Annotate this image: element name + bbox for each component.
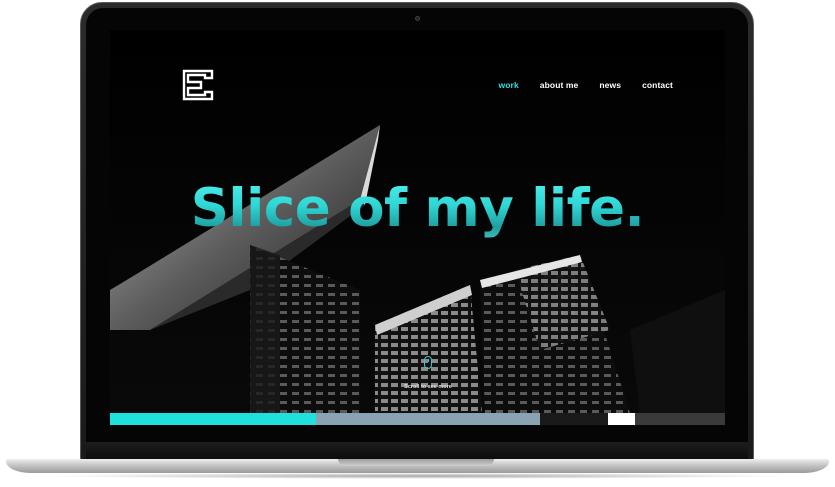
strip-segment-steel: [316, 413, 540, 425]
laptop-hinge: [86, 442, 748, 460]
main-navigation: work about me news contact: [499, 80, 673, 90]
screen-footer: [110, 425, 725, 442]
laptop-notch: [338, 459, 494, 466]
hero-title: Slice of my life.: [110, 178, 725, 239]
strip-segment-white: [608, 413, 635, 425]
strip-segment-grey: [635, 413, 725, 425]
nav-item-news[interactable]: news: [599, 80, 621, 90]
strip-segment-cyan: [110, 413, 316, 425]
color-strip: [110, 413, 725, 425]
laptop-mockup: work about me news contact Slice of my l…: [0, 0, 835, 487]
laptop-shadow: [40, 473, 795, 479]
nav-item-work[interactable]: work: [499, 80, 519, 90]
nav-item-contact[interactable]: contact: [642, 80, 673, 90]
website-screen: work about me news contact Slice of my l…: [110, 30, 725, 442]
strip-segment-dark: [540, 413, 608, 425]
letter-e-logo-icon[interactable]: [181, 68, 215, 102]
scroll-hint-text: Scroll to see more: [404, 384, 452, 390]
scroll-hint[interactable]: Scroll to see more: [388, 356, 468, 392]
camera-icon: [415, 16, 420, 21]
mouse-icon: [424, 356, 432, 369]
nav-item-about-me[interactable]: about me: [540, 80, 579, 90]
